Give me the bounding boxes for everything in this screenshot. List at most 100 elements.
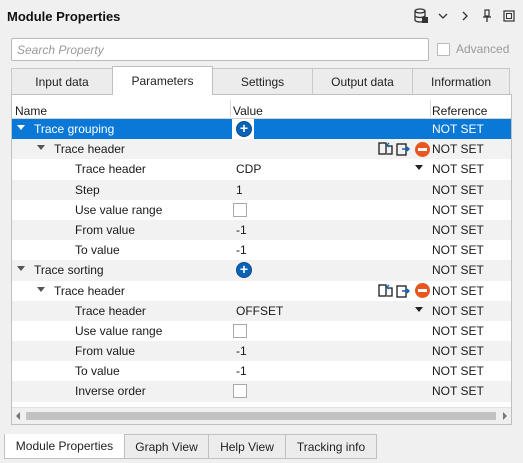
row-name: Use value range [75, 323, 163, 338]
bottom-tabs: Module Properties Graph View Help View T… [4, 434, 377, 459]
grid-row-use-value-range[interactable]: Use value range NOT SET [12, 321, 511, 341]
row-reference: NOT SET [432, 243, 484, 258]
property-grid: Name Value Reference Trace grouping + NO… [11, 94, 512, 425]
row-reference: NOT SET [432, 323, 484, 338]
advanced-checkbox[interactable] [437, 42, 450, 56]
value-checkbox[interactable] [233, 202, 247, 217]
add-icon[interactable]: + [236, 262, 252, 279]
grid-row-trace-header[interactable]: Trace header OFFSET NOT SET [12, 300, 511, 321]
row-reference: NOT SET [432, 263, 484, 278]
row-name: From value [75, 344, 136, 359]
column-header-reference[interactable]: Reference [432, 104, 487, 118]
grid-row-use-value-range[interactable]: Use value range NOT SET [12, 200, 511, 220]
collapse-arrow-icon[interactable] [37, 286, 45, 292]
advanced-toggle[interactable]: Advanced [437, 42, 509, 56]
collapse-arrow-icon[interactable] [37, 145, 45, 151]
grid-row-trace-header-group[interactable]: Trace header NOT SET [12, 281, 511, 301]
row-name: To value [75, 243, 120, 258]
collapse-arrow-icon[interactable] [17, 125, 25, 130]
value-field[interactable]: -1 [236, 364, 247, 378]
row-name: From value [75, 222, 136, 237]
remove-icon[interactable] [414, 283, 430, 299]
row-name: Trace header [54, 283, 125, 298]
value-dropdown[interactable]: OFFSET [236, 304, 283, 318]
pin-icon[interactable] [479, 7, 495, 25]
title-bar-icons [413, 7, 517, 25]
tab-graph-view[interactable]: Graph View [124, 434, 209, 459]
row-reference: NOT SET [432, 142, 484, 157]
chevron-down-icon[interactable] [435, 7, 451, 25]
grid-row-trace-sorting[interactable]: Trace sorting + NOT SET [12, 260, 511, 281]
row-reference: NOT SET [432, 303, 484, 318]
collapse-arrow-icon[interactable] [17, 266, 25, 272]
row-name: Inverse order [75, 384, 146, 399]
panel-title: Module Properties [7, 9, 121, 24]
grid-row-trace-header[interactable]: Trace header CDP NOT SET [12, 159, 511, 179]
scrollbar-thumb[interactable] [26, 412, 496, 420]
grid-row-from-value[interactable]: From value -1 NOT SET [12, 219, 511, 241]
column-divider[interactable] [230, 100, 231, 117]
scroll-right-icon[interactable] [503, 412, 507, 420]
scroll-left-icon[interactable] [16, 412, 20, 420]
value-field[interactable]: -1 [236, 344, 247, 358]
row-name: Trace sorting [34, 263, 104, 278]
tab-output-data[interactable]: Output data [312, 68, 413, 95]
tab-information[interactable]: Information [412, 68, 510, 95]
dropdown-arrow-icon[interactable] [415, 306, 423, 312]
grid-row-from-value[interactable]: From value -1 NOT SET [12, 341, 511, 362]
row-name: Trace grouping [34, 122, 115, 136]
database-icon[interactable] [413, 7, 429, 25]
row-reference: NOT SET [432, 162, 484, 177]
search-input[interactable]: Search Property [11, 38, 429, 61]
row-actions [378, 141, 430, 157]
row-name: Trace header [75, 162, 146, 177]
tab-parameters[interactable]: Parameters [112, 66, 213, 95]
row-reference: NOT SET [432, 122, 484, 136]
row-actions [378, 283, 430, 299]
property-tabs: Input data Parameters Settings Output da… [11, 66, 510, 95]
dropdown-arrow-icon[interactable] [415, 165, 423, 171]
grid-row-trace-header-group[interactable]: Trace header NOT SET [12, 139, 511, 160]
tab-settings[interactable]: Settings [212, 68, 313, 95]
grid-header: Name Value Reference [12, 95, 511, 119]
row-name: Trace header [75, 303, 146, 318]
tab-input-data[interactable]: Input data [11, 68, 113, 95]
tab-help-view[interactable]: Help View [208, 434, 286, 459]
tab-tracking-info[interactable]: Tracking info [285, 434, 377, 459]
value-dropdown[interactable]: CDP [236, 162, 261, 176]
value-checkbox[interactable] [233, 323, 247, 338]
import-icon[interactable] [378, 283, 394, 299]
row-reference: NOT SET [432, 344, 484, 359]
column-header-value[interactable]: Value [233, 104, 263, 118]
export-icon[interactable] [396, 141, 412, 157]
grid-row-step[interactable]: Step 1 NOT SET [12, 179, 511, 200]
tab-module-properties[interactable]: Module Properties [4, 434, 125, 459]
grid-row-to-value[interactable]: To value -1 NOT SET [12, 361, 511, 381]
column-header-name[interactable]: Name [15, 104, 47, 118]
row-reference: NOT SET [432, 384, 484, 399]
horizontal-scrollbar[interactable] [12, 407, 511, 424]
maximize-icon[interactable] [501, 7, 517, 25]
chevron-right-icon[interactable] [457, 7, 473, 25]
row-name: Use value range [75, 202, 163, 217]
remove-icon[interactable] [414, 141, 430, 157]
value-field[interactable]: -1 [236, 223, 247, 237]
row-reference: NOT SET [432, 364, 484, 379]
column-divider[interactable] [430, 100, 431, 117]
row-reference: NOT SET [432, 222, 484, 237]
grid-row-inverse-order[interactable]: Inverse order NOT SET [12, 381, 511, 402]
grid-row-trace-grouping[interactable]: Trace grouping + NOT SET [12, 119, 511, 140]
export-icon[interactable] [396, 283, 412, 299]
value-field[interactable]: 1 [236, 183, 243, 197]
value-field[interactable]: -1 [236, 243, 247, 257]
title-bar: Module Properties [0, 0, 523, 32]
row-reference: NOT SET [432, 182, 484, 197]
grid-row-to-value[interactable]: To value -1 NOT SET [12, 240, 511, 260]
import-icon[interactable] [378, 141, 394, 157]
row-name: To value [75, 364, 120, 379]
value-checkbox[interactable] [233, 384, 247, 399]
add-icon[interactable]: + [236, 121, 252, 137]
row-name: Step [75, 182, 100, 197]
row-reference: NOT SET [432, 283, 484, 298]
advanced-label: Advanced [456, 42, 510, 56]
